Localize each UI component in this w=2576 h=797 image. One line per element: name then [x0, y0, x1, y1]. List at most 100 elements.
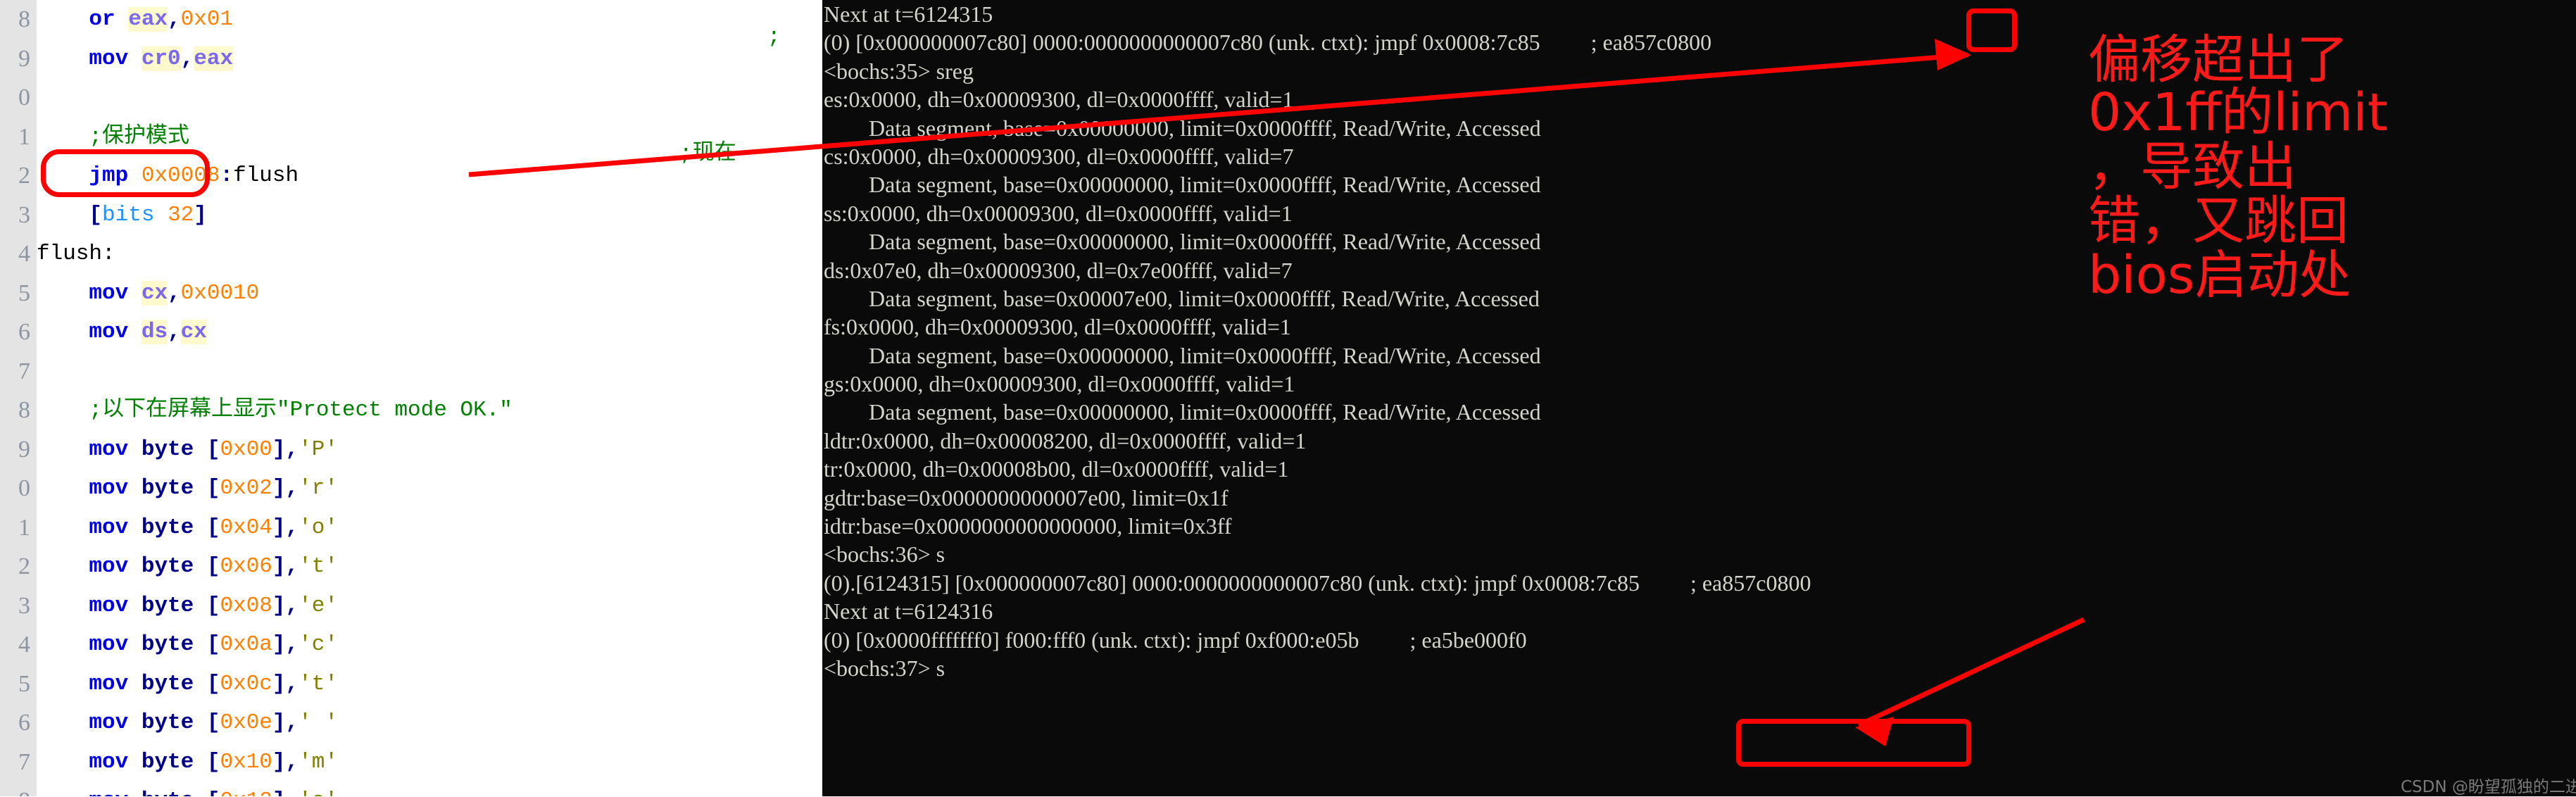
terminal-line: <bochs:37> s — [824, 655, 945, 681]
code-token: 32 — [168, 202, 194, 227]
code-token: , — [285, 437, 299, 462]
code-token: [ — [206, 476, 220, 501]
code-token: , — [180, 46, 194, 71]
line-number: 5 — [18, 670, 30, 697]
line-number-gutter: 8 9 0 1 2 3 4 5 6 7 8 9 0 1 2 3 4 5 6 7 8 — [0, 0, 37, 796]
terminal-line: <bochs:36> s — [824, 541, 945, 567]
line-number: 1 — [18, 123, 30, 150]
code-token: mov — [89, 515, 129, 540]
code-line[interactable]: mov byte [0x00],'P' — [37, 430, 822, 470]
code-token: ] — [272, 632, 286, 657]
terminal-line: (0).[6124315] [0x000000007c80] 0000:0000… — [824, 570, 1811, 596]
line-number: 2 — [18, 163, 30, 189]
terminal-line: Data segment, base=0x00000000, limit=0x0… — [824, 342, 1541, 368]
code-token: eax — [128, 7, 168, 32]
code-token: byte — [142, 789, 194, 796]
line-number: 6 — [18, 710, 30, 736]
code-token: mov — [89, 710, 129, 735]
terminal-line: gs:0x0000, dh=0x00009300, dl=0x0000ffff,… — [824, 371, 1295, 397]
code-token: , — [285, 515, 299, 540]
code-line[interactable]: mov byte [0x0e],' ' — [37, 703, 822, 743]
code-token: flush: — [37, 241, 115, 266]
code-token: byte — [141, 476, 194, 501]
code-token: 0x04 — [220, 515, 272, 540]
code-token: byte — [141, 515, 194, 540]
code-line[interactable]: mov byte [0x08],'e' — [37, 586, 822, 626]
code-token: , — [286, 789, 299, 796]
code-token: ] — [272, 554, 286, 579]
annotation-note-line-5: bios启动处 — [2088, 245, 2351, 306]
code-token: 0x0c — [220, 671, 272, 696]
code-token: 't' — [299, 671, 338, 696]
code-token: [ — [206, 515, 220, 540]
code-line[interactable]: mov byte [0x10],'m' — [37, 743, 822, 782]
code-line[interactable] — [37, 78, 822, 118]
code-token: eax — [194, 46, 234, 71]
code-lines-area[interactable]: or eax,0x01 mov cr0,eax ;保护模式 jmp 0x0008… — [37, 0, 822, 796]
annotation-note-line-4: 错，又跳回 — [2088, 191, 2349, 251]
code-line[interactable]: or eax,0x01 — [37, 0, 822, 39]
code-token: mov — [89, 437, 129, 462]
code-line[interactable]: mov byte [0x0a],'c' — [37, 625, 822, 665]
terminal-line: ldtr:0x0000, dh=0x00008200, dl=0x0000fff… — [824, 427, 1307, 453]
code-line[interactable]: mov byte [0x02],'r' — [37, 469, 822, 508]
code-line[interactable] — [37, 352, 822, 391]
code-token: ] — [272, 515, 286, 540]
annotation-note-line-1: 偏移超出了 — [2088, 30, 2349, 90]
code-line[interactable]: [bits 32] — [37, 196, 822, 235]
code-line[interactable]: ;以下在屏幕上显示"Protect mode OK." — [37, 391, 822, 430]
code-editor-pane[interactable]: 890123456789012345678 or eax,0x01 mov cr… — [0, 0, 822, 796]
code-line[interactable]: mov byte [0x06],'t' — [37, 547, 822, 586]
terminal-line: fs:0x0000, dh=0x00009300, dl=0x0000ffff,… — [824, 314, 1291, 340]
code-line[interactable]: mov byte [0x04],'o' — [37, 508, 822, 548]
code-line[interactable]: mov byte [0x0c],'t' — [37, 665, 822, 704]
terminal-line: Next at t=6124316 — [824, 598, 993, 625]
code-token: byte — [141, 671, 194, 696]
code-line[interactable]: mov ds,cx — [37, 313, 822, 352]
code-token: ;保护模式 — [89, 124, 190, 149]
code-token: ] — [272, 671, 286, 696]
line-number: 2 — [18, 553, 30, 579]
code-token: 0x10 — [220, 749, 272, 774]
code-line[interactable]: mov cx,0x0010 — [37, 274, 822, 313]
terminal-line: Next at t=6124315 — [824, 1, 993, 27]
code-token: 'm' — [299, 749, 338, 774]
code-token: mov — [89, 789, 128, 796]
code-token: cx — [180, 320, 207, 344]
code-line[interactable]: mov byte [0x12],'o' — [37, 782, 822, 796]
code-token: byte — [141, 749, 194, 774]
code-token: 'o' — [299, 789, 338, 796]
code-token: [ — [206, 632, 220, 657]
line-number: 8 — [0, 782, 37, 796]
highlight-box-jmp-code — [41, 149, 210, 197]
highlight-box-jmpf-bios — [1736, 719, 1971, 767]
code-token: mov — [89, 320, 129, 344]
code-token: 0x00 — [220, 437, 272, 462]
code-line[interactable]: flush: — [37, 234, 822, 274]
code-line[interactable]: mov cr0,eax — [37, 39, 822, 79]
code-token: cx — [141, 280, 168, 306]
